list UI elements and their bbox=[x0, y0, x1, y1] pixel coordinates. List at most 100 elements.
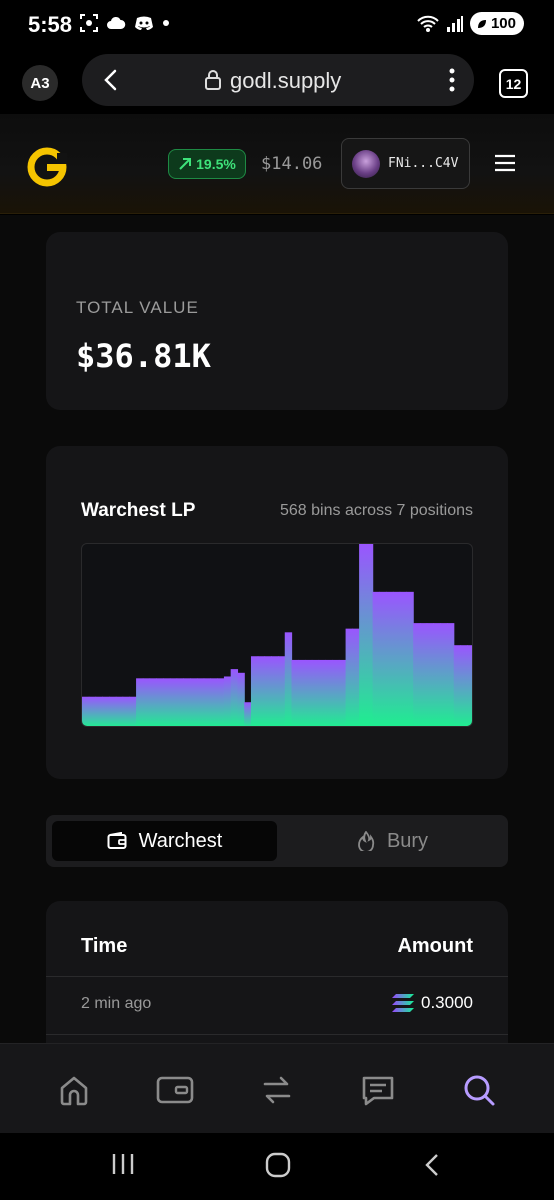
battery-indicator: 100 bbox=[469, 12, 524, 35]
liquidity-bin bbox=[278, 656, 286, 726]
liquidity-bin bbox=[406, 591, 414, 726]
liquidity-bin bbox=[318, 659, 326, 726]
nav-chat[interactable] bbox=[358, 1070, 398, 1110]
liquidity-bin bbox=[345, 628, 353, 726]
clock: 5:58 bbox=[28, 12, 73, 37]
wifi-icon bbox=[417, 15, 439, 32]
url-text[interactable]: godl.supply bbox=[230, 68, 341, 94]
more-vert-icon[interactable] bbox=[448, 66, 456, 94]
liquidity-bin bbox=[305, 659, 313, 726]
divider bbox=[46, 1034, 508, 1035]
liquidity-bin bbox=[156, 678, 164, 726]
wallet-icon bbox=[156, 1076, 194, 1104]
warchest-lp-subtitle: 568 bins across 7 positions bbox=[280, 502, 473, 519]
tab-warchest[interactable]: Warchest bbox=[52, 821, 277, 861]
dot-icon bbox=[163, 20, 169, 26]
liquidity-bin bbox=[365, 544, 374, 726]
tab-bury[interactable]: Bury bbox=[283, 821, 502, 861]
liquidity-bin bbox=[203, 678, 212, 726]
address-bar[interactable]: godl.supply bbox=[82, 54, 474, 106]
liquidity-chart[interactable] bbox=[81, 543, 473, 727]
recent-apps-icon[interactable] bbox=[111, 1151, 135, 1177]
total-value-amount: $36.81K bbox=[76, 337, 211, 375]
bottom-nav bbox=[0, 1043, 554, 1133]
divider bbox=[46, 976, 508, 977]
tab-warchest-label: Warchest bbox=[138, 829, 223, 852]
liquidity-bin bbox=[379, 591, 387, 726]
liquidity-bin bbox=[325, 659, 333, 726]
liquidity-bin bbox=[149, 678, 157, 726]
liquidity-bin bbox=[176, 678, 184, 726]
back-icon[interactable] bbox=[98, 66, 124, 94]
avatar bbox=[352, 149, 380, 178]
home-button-icon[interactable] bbox=[264, 1151, 292, 1179]
liquidity-bin bbox=[372, 591, 380, 726]
nav-home[interactable] bbox=[54, 1070, 94, 1110]
liquidity-bin bbox=[250, 656, 259, 726]
row-time: 2 min ago bbox=[81, 995, 152, 1012]
profile-button[interactable]: A3 bbox=[22, 65, 58, 101]
liquidity-bin bbox=[460, 645, 468, 726]
swap-icon bbox=[263, 1076, 291, 1104]
nav-wallet[interactable] bbox=[155, 1070, 195, 1110]
liquidity-bin bbox=[196, 678, 205, 726]
price-change-badge: 19.5% bbox=[168, 149, 246, 179]
liquidity-bin bbox=[440, 623, 448, 726]
warchest-lp-title: Warchest LP bbox=[81, 500, 196, 521]
liquidity-bin bbox=[244, 702, 252, 726]
lock-icon bbox=[205, 70, 221, 90]
main-content: TOTAL VALUE $36.81K Warchest LP 568 bins… bbox=[0, 215, 554, 1043]
total-value-label: TOTAL VALUE bbox=[76, 298, 199, 317]
wallet-address: FNi...C4V bbox=[388, 156, 459, 171]
liquidity-bin bbox=[467, 645, 472, 726]
liquidity-bin bbox=[88, 696, 97, 726]
liquidity-bin bbox=[386, 591, 394, 726]
liquidity-bin bbox=[311, 659, 320, 726]
nav-search[interactable] bbox=[459, 1070, 499, 1110]
tabs-button[interactable]: 12 bbox=[499, 69, 528, 98]
signal-icon bbox=[446, 15, 463, 32]
godl-logo-icon[interactable] bbox=[27, 147, 67, 187]
row-amount: 0.3000 bbox=[391, 993, 473, 1013]
liquidity-bin bbox=[352, 628, 360, 726]
liquidity-bin bbox=[237, 672, 245, 726]
liquidity-bin bbox=[102, 696, 110, 726]
search-icon bbox=[464, 1075, 495, 1106]
liquidity-bin bbox=[298, 659, 306, 726]
flame-icon bbox=[358, 831, 375, 851]
liquidity-bin bbox=[284, 632, 293, 726]
liquidity-bin bbox=[95, 696, 103, 726]
liquidity-bin bbox=[82, 696, 90, 726]
liquidity-bin bbox=[359, 544, 367, 726]
liquidity-bin bbox=[129, 696, 137, 726]
liquidity-bin bbox=[163, 678, 171, 726]
tab-switcher: Warchest Bury bbox=[46, 815, 508, 867]
browser-toolbar: A3 godl.supply 12 bbox=[0, 52, 554, 114]
liquidity-bin bbox=[271, 656, 279, 726]
cloud-icon bbox=[107, 16, 126, 29]
liquidity-bin bbox=[210, 678, 218, 726]
liquidity-bin bbox=[230, 669, 239, 726]
liquidity-bin bbox=[169, 678, 178, 726]
menu-icon[interactable] bbox=[494, 154, 516, 172]
token-price: $14.06 bbox=[261, 154, 323, 174]
liquidity-bin bbox=[183, 678, 191, 726]
back-button-icon[interactable] bbox=[421, 1151, 443, 1179]
solana-icon bbox=[392, 994, 414, 1012]
chat-icon bbox=[362, 1076, 394, 1106]
liquidity-bin bbox=[426, 623, 435, 726]
wallet-button[interactable]: FNi...C4V bbox=[341, 138, 470, 189]
liquidity-chart-svg bbox=[82, 544, 472, 726]
liquidity-bin bbox=[332, 659, 340, 726]
site-header: 19.5% $14.06 FNi...C4V bbox=[0, 114, 554, 214]
liquidity-bin bbox=[136, 678, 144, 726]
liquidity-bin bbox=[217, 678, 225, 726]
liquidity-bin bbox=[433, 623, 441, 726]
liquidity-bin bbox=[453, 645, 462, 726]
column-header-time: Time bbox=[81, 935, 128, 957]
nav-swap[interactable] bbox=[257, 1070, 297, 1110]
liquidity-bin bbox=[419, 623, 428, 726]
warchest-lp-card: Warchest LP 568 bins across 7 positions bbox=[46, 446, 508, 779]
status-bar: 5:58 100 bbox=[0, 0, 554, 52]
column-header-amount: Amount bbox=[397, 935, 473, 957]
